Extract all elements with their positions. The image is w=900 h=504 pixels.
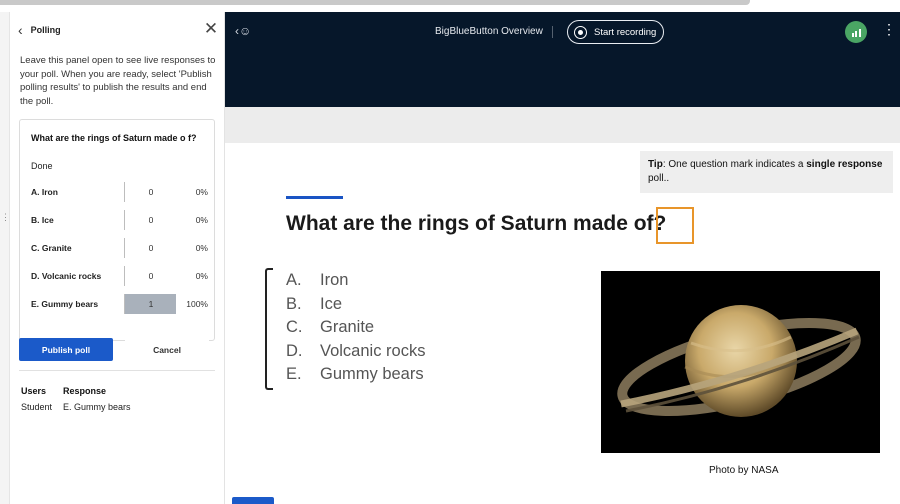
answer-count: 0 (148, 271, 154, 281)
answer-percent: 100% (186, 299, 208, 309)
answer-row: E. Gummy bears 1 100% (31, 290, 212, 318)
answer-row: D. Volcanic rocks 0 0% (31, 262, 212, 290)
panel-header: ‹ Polling ✕ (18, 20, 218, 40)
record-icon (574, 25, 587, 39)
answer-label: B. Ice (31, 215, 54, 225)
connection-status-icon[interactable] (845, 21, 867, 43)
option-letter: D. (286, 341, 303, 360)
answer-bar: 0 (124, 266, 176, 286)
tip-bold: single response (806, 159, 883, 170)
close-icon[interactable]: ✕ (202, 20, 220, 40)
meeting-title: BigBlueButton Overview (435, 26, 543, 37)
record-label: Start recording (594, 26, 657, 38)
answer-bar: 0 (124, 238, 176, 258)
browser-scrollbar[interactable] (0, 0, 750, 5)
title-separator (552, 26, 553, 38)
answer-bar: 0 (124, 210, 176, 230)
answer-row: C. Granite 0 0% (31, 234, 212, 262)
answer-count: 0 (148, 215, 154, 225)
chevron-left-icon: ‹ (18, 22, 23, 38)
option-letter: B. (286, 294, 302, 313)
option-letter: C. (286, 318, 303, 337)
poll-results-card: What are the rings of Saturn made o f? D… (19, 119, 215, 341)
browser-top-strip (0, 0, 900, 12)
saturn-image (601, 271, 880, 453)
question-mark-highlight (656, 207, 694, 244)
options-bracket (265, 268, 273, 390)
answer-percent: 0% (195, 243, 208, 253)
slide-option: C. Granite (286, 316, 425, 340)
tip-prefix: Tip (648, 159, 663, 170)
poll-answers: A. Iron 0 0% B. Ice 0 0% C. Granite 0 0%… (31, 178, 212, 318)
cancel-button[interactable]: Cancel (125, 338, 209, 361)
tip-text-end: poll.. (648, 173, 670, 184)
drag-handle-icon[interactable]: ⋮ (1, 212, 10, 223)
photo-credit: Photo by NASA (709, 465, 779, 476)
responses-table: Users Response Student E. Gummy bears (21, 386, 211, 412)
option-letter: A. (286, 271, 302, 290)
polling-panel: ‹ Polling ✕ Leave this panel open to see… (10, 12, 225, 504)
answer-label: E. Gummy bears (31, 299, 99, 309)
slide-question: What are the rings of Saturn made of? (286, 212, 666, 236)
accent-line (286, 196, 343, 199)
poll-instructions: Leave this panel open to see live respon… (20, 55, 216, 107)
answer-count: 1 (148, 299, 154, 309)
answer-count: 0 (148, 187, 154, 197)
answer-count: 0 (148, 243, 154, 253)
answer-percent: 0% (195, 215, 208, 225)
presentation-toolbar-band (225, 107, 900, 143)
option-text: Volcanic rocks (320, 341, 426, 360)
answer-row: B. Ice 0 0% (31, 206, 212, 234)
answer-percent: 0% (195, 271, 208, 281)
users-column-header: Users (21, 386, 47, 396)
presentation-slide: Tip: One question mark indicates a singl… (225, 143, 900, 498)
left-gutter: ⋮ (0, 12, 10, 504)
tip-text: : One question mark indicates a (662, 159, 807, 170)
more-options-icon[interactable]: ⋮ (882, 22, 896, 36)
meeting-topbar: ‹☺ BigBlueButton Overview Start recordin… (225, 12, 900, 107)
response-row: Student E. Gummy bears (21, 402, 211, 412)
answer-bar: 1 (124, 294, 176, 314)
response-value: E. Gummy bears (63, 402, 131, 412)
response-user: Student (21, 402, 53, 412)
answer-label: D. Volcanic rocks (31, 271, 102, 281)
actions-button[interactable] (232, 497, 274, 504)
response-column-header: Response (63, 386, 107, 396)
option-text: Gummy bears (320, 365, 424, 384)
answer-percent: 0% (195, 187, 208, 197)
user-list-toggle-icon[interactable]: ‹☺ (235, 24, 251, 38)
option-text: Granite (320, 318, 375, 337)
slide-option: A. Iron (286, 269, 425, 293)
answer-bar: 0 (124, 182, 176, 202)
panel-title: Polling (30, 25, 61, 35)
option-letter: E. (286, 365, 302, 384)
publish-poll-button[interactable]: Publish poll (19, 338, 113, 361)
poll-question: What are the rings of Saturn made o f? (31, 133, 197, 143)
option-text: Iron (320, 271, 349, 290)
polling-back-button[interactable]: ‹ Polling (18, 20, 78, 40)
answer-label: C. Granite (31, 243, 72, 253)
slide-option: D. Volcanic rocks (286, 340, 425, 364)
responses-header: Users Response (21, 386, 211, 396)
answer-row: A. Iron 0 0% (31, 178, 212, 206)
slide-option: B. Ice (286, 293, 425, 317)
divider (19, 370, 215, 371)
answer-label: A. Iron (31, 187, 58, 197)
slide-option: E. Gummy bears (286, 363, 425, 387)
poll-status: Done (31, 161, 53, 171)
slide-question-main: What are the rings of Saturn made (286, 212, 634, 235)
option-text: Ice (320, 294, 343, 313)
tip-box: Tip: One question mark indicates a singl… (640, 151, 893, 193)
start-recording-button[interactable]: Start recording (567, 20, 664, 44)
slide-options: A. Iron B. Ice C. Granite D. Volcanic rocks … (286, 269, 425, 387)
